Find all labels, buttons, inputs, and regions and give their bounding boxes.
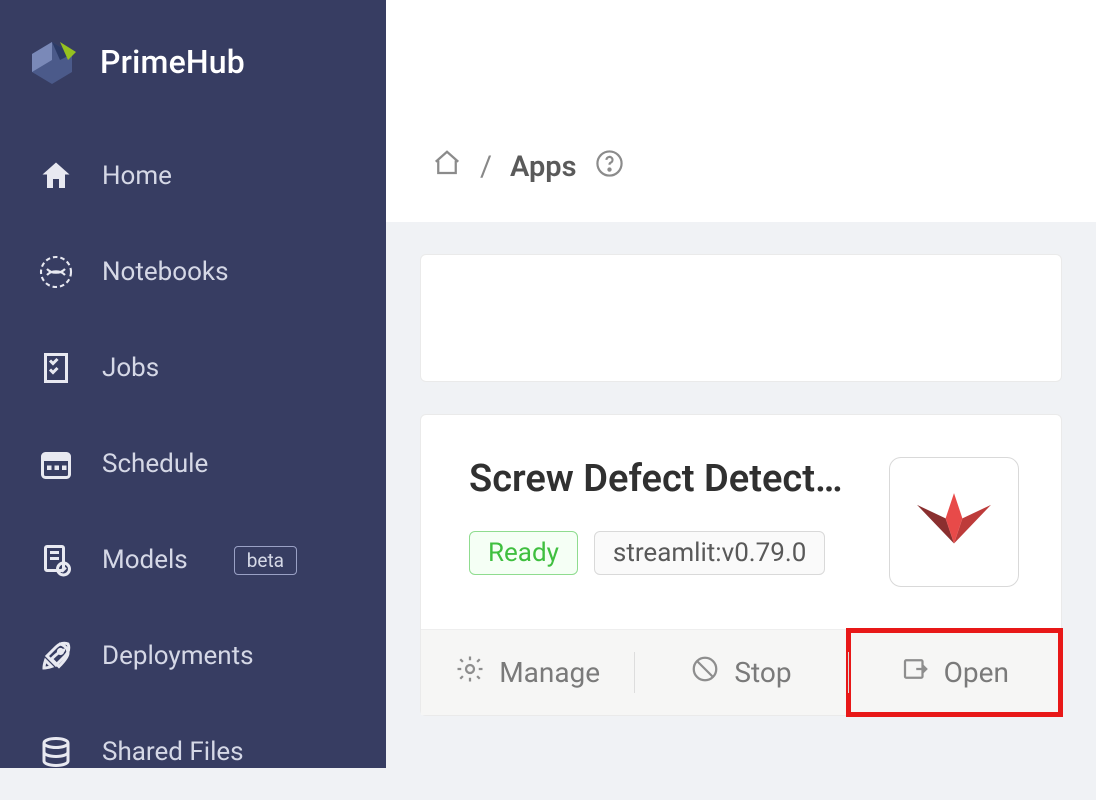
sidebar-item-label: Deployments — [102, 641, 254, 671]
open-button[interactable]: Open — [848, 630, 1061, 715]
app-tags: Ready streamlit:v0.79.0 — [469, 531, 865, 575]
status-badge: Ready — [469, 531, 578, 575]
topbar — [386, 0, 1096, 116]
brand-name: PrimeHub — [100, 43, 245, 81]
help-icon[interactable] — [595, 149, 624, 186]
sidebar-item-shared-files[interactable]: Shared Files — [0, 704, 386, 800]
manage-label: Manage — [499, 656, 600, 689]
sidebar-item-label: Shared Files — [102, 737, 244, 767]
sidebar-item-label: Jobs — [102, 353, 159, 383]
stop-button[interactable]: Stop — [634, 630, 847, 715]
app-card: Screw Defect Detect… Ready streamlit:v0.… — [420, 414, 1062, 716]
sidebar: PrimeHub Home Notebooks Jobs — [0, 0, 386, 768]
sidebar-item-label: Models — [102, 545, 188, 575]
brand: PrimeHub — [0, 18, 386, 128]
sidebar-item-schedule[interactable]: Schedule — [0, 416, 386, 512]
sidebar-item-home[interactable]: Home — [0, 128, 386, 224]
app-info: Screw Defect Detect… Ready streamlit:v0.… — [469, 457, 865, 575]
rocket-icon — [38, 638, 74, 674]
sidebar-item-deployments[interactable]: Deployments — [0, 608, 386, 704]
content: Screw Defect Detect… Ready streamlit:v0.… — [386, 222, 1096, 716]
gear-icon — [455, 654, 485, 691]
app-action-bar: Manage Stop Open — [421, 629, 1061, 715]
manage-button[interactable]: Manage — [421, 630, 634, 715]
streamlit-icon — [912, 478, 996, 566]
jupyter-icon — [38, 254, 74, 290]
app-title[interactable]: Screw Defect Detect… — [469, 457, 865, 501]
main: / Apps Screw Defect Detect… Ready stream… — [386, 0, 1096, 768]
breadcrumb: / Apps — [386, 116, 1096, 222]
app-thumbnail — [889, 457, 1019, 587]
beta-badge: beta — [234, 546, 297, 575]
breadcrumb-current: Apps — [510, 150, 577, 184]
sidebar-item-models[interactable]: Models beta — [0, 512, 386, 608]
stop-label: Stop — [734, 656, 791, 689]
open-label: Open — [944, 656, 1009, 689]
sidebar-item-label: Schedule — [102, 449, 208, 479]
open-external-icon — [900, 654, 930, 691]
breadcrumb-home-icon[interactable] — [432, 148, 462, 186]
sidebar-nav: Home Notebooks Jobs Schedule — [0, 128, 386, 800]
runtime-badge: streamlit:v0.79.0 — [594, 531, 825, 575]
primehub-logo-icon — [22, 30, 82, 94]
app-card-body: Screw Defect Detect… Ready streamlit:v0.… — [421, 415, 1061, 629]
tasks-icon — [38, 350, 74, 386]
calendar-icon — [38, 446, 74, 482]
sidebar-item-label: Notebooks — [102, 257, 229, 287]
sidebar-item-notebooks[interactable]: Notebooks — [0, 224, 386, 320]
sidebar-item-jobs[interactable]: Jobs — [0, 320, 386, 416]
toolbar-card — [420, 254, 1062, 382]
stop-icon — [690, 654, 720, 691]
home-icon — [38, 158, 74, 194]
sidebar-item-label: Home — [102, 161, 172, 191]
database-icon — [38, 734, 74, 770]
document-check-icon — [38, 542, 74, 578]
breadcrumb-separator: / — [480, 150, 492, 184]
